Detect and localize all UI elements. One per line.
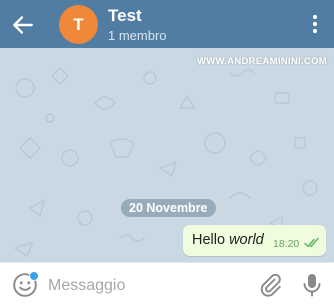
member-count: 1 membro [108, 28, 167, 43]
more-vertical-icon[interactable] [309, 13, 321, 35]
message-input[interactable] [48, 275, 248, 297]
double-check-icon [304, 237, 319, 248]
arrow-left-icon[interactable] [10, 12, 36, 38]
chat-header: T Test 1 membro [0, 0, 334, 48]
chat-title[interactable]: Test [108, 6, 142, 26]
paperclip-icon[interactable] [258, 273, 282, 297]
watermark: WWW.ANDREAMININI.COM [196, 56, 327, 67]
avatar[interactable]: T [59, 5, 98, 44]
message-time: 18:20 [273, 238, 300, 250]
message-italic: world [229, 232, 264, 248]
chat-area[interactable]: WWW.ANDREAMININI.COM 20 Novembre Hello w… [0, 48, 334, 262]
date-separator: 20 Novembre [121, 199, 216, 217]
message-bubble[interactable]: Hello world 18:20 [183, 225, 326, 256]
message-text: Hello world [192, 232, 264, 248]
message-composer [0, 262, 334, 307]
microphone-icon[interactable] [300, 272, 324, 298]
notification-dot [29, 271, 39, 281]
